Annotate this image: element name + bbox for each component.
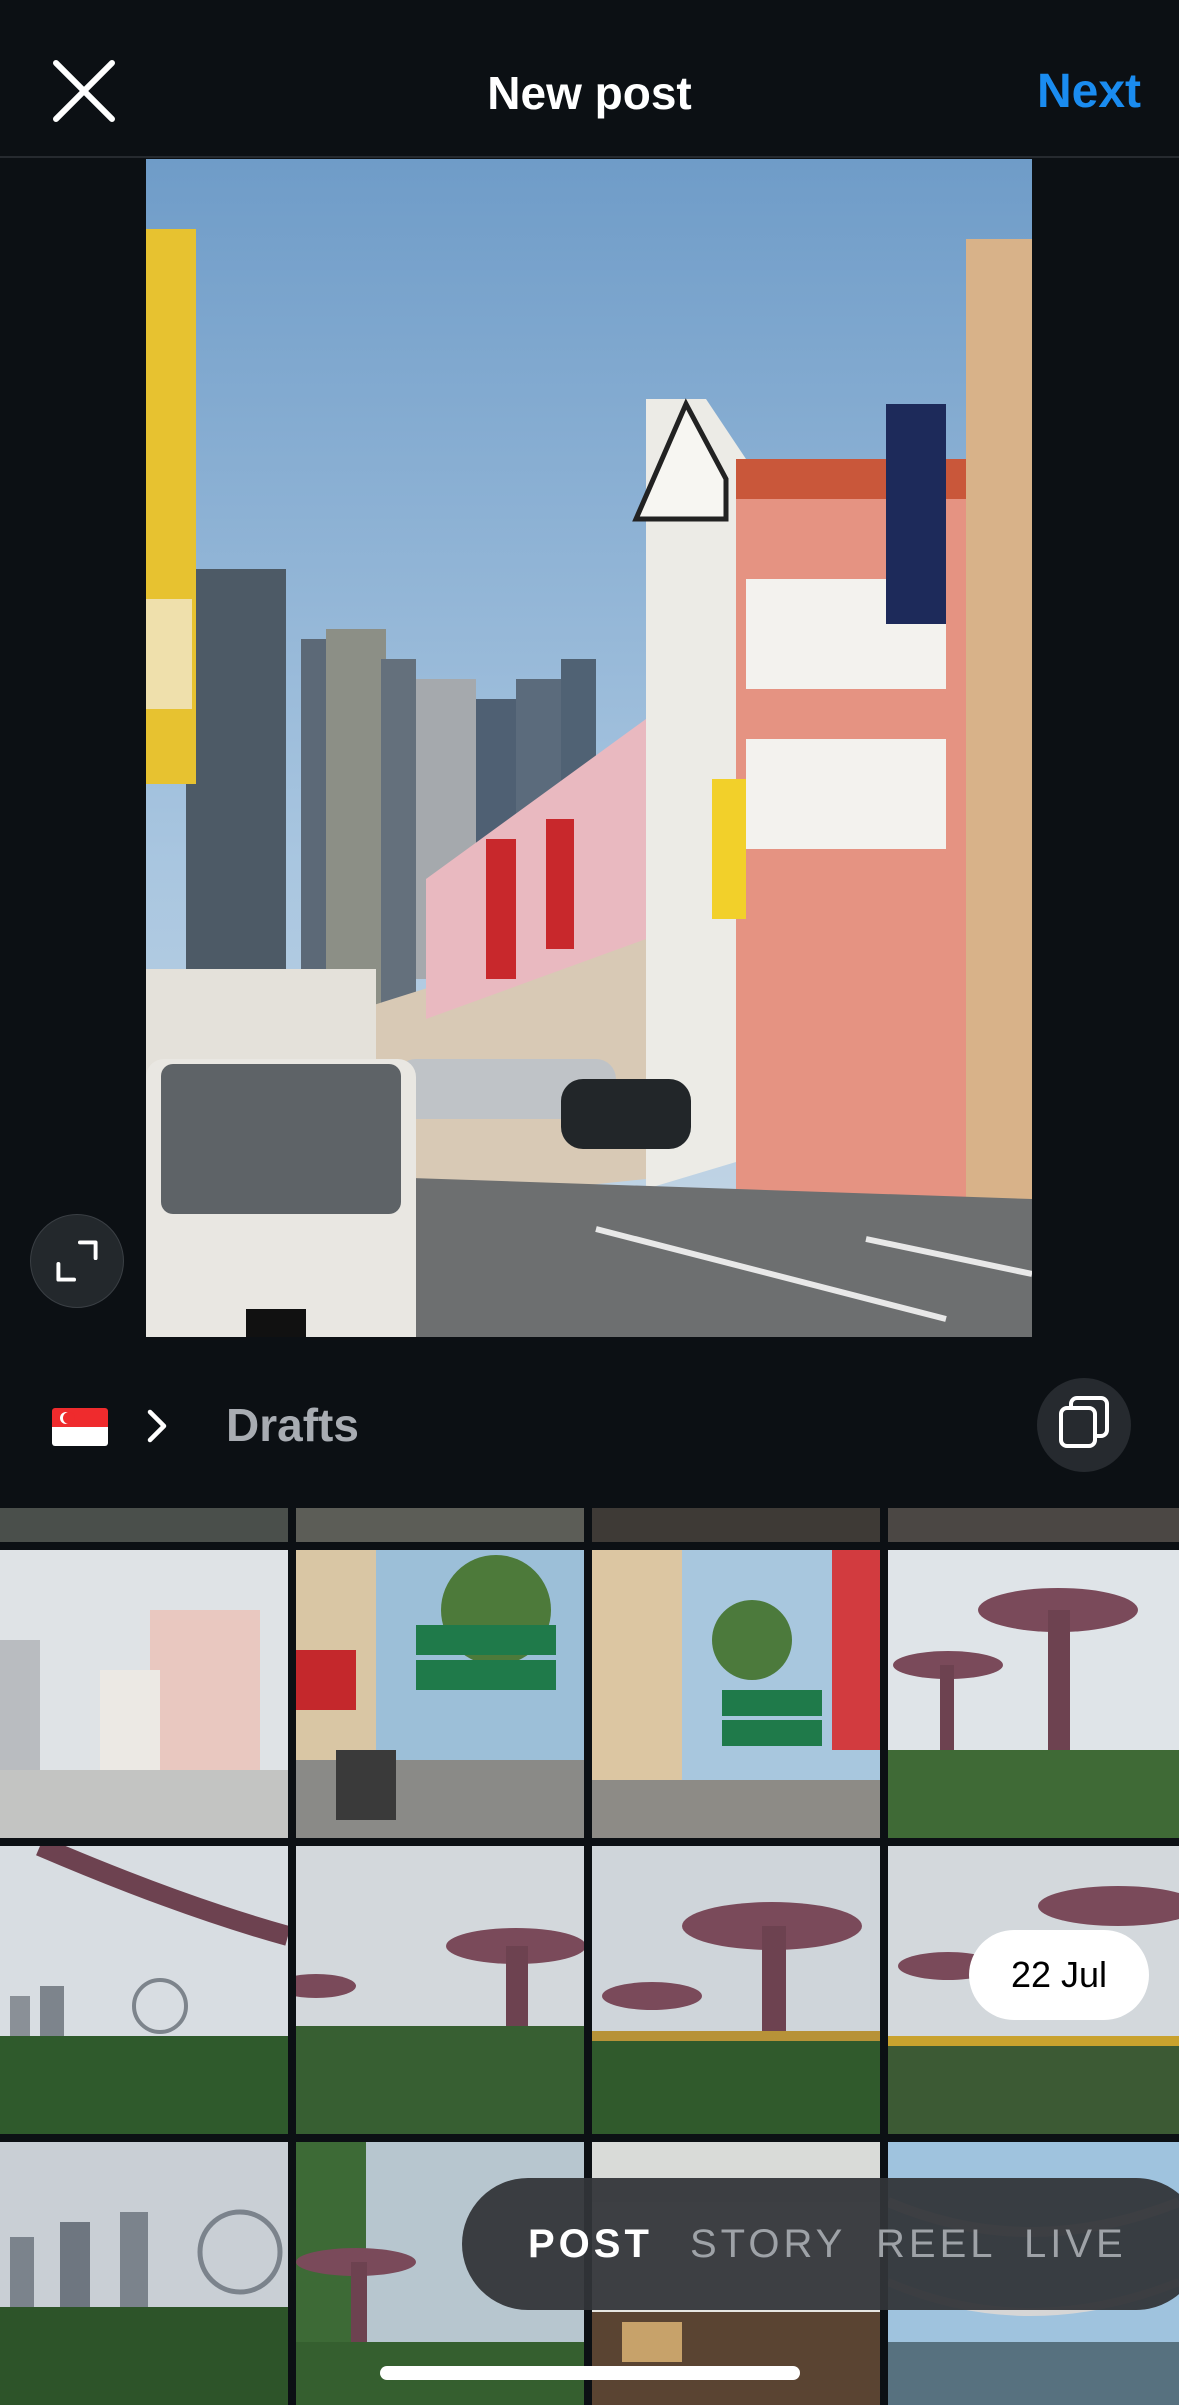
new-post-screen: New post Next Drafts 22 Jul POST STORY R… [0, 0, 1179, 2405]
mode-switcher: POST STORY REEL LIVE [462, 2178, 1179, 2310]
grid-tile[interactable] [888, 1550, 1179, 1838]
grid-tile[interactable] [592, 1846, 880, 2134]
singapore-flag-icon[interactable] [52, 1408, 108, 1446]
photo-preview[interactable] [146, 159, 1032, 1337]
header: New post Next [0, 0, 1179, 158]
multi-select-button[interactable] [1037, 1378, 1131, 1472]
supertree-photo [888, 1550, 1179, 1838]
grid-tile[interactable] [592, 1550, 880, 1838]
date-badge: 22 Jul [969, 1930, 1149, 2020]
street-shophouses-photo [146, 159, 1032, 1337]
expand-icon [56, 1240, 98, 1282]
grid-tile[interactable] [592, 1508, 880, 1542]
grid-tile[interactable] [0, 1550, 288, 1838]
grid-tile[interactable] [296, 1508, 584, 1542]
grid-tile[interactable] [0, 2142, 288, 2405]
mode-live[interactable]: LIVE [1024, 2222, 1127, 2267]
mosque-street-sign-photo-2 [592, 1550, 880, 1838]
album-name[interactable]: Drafts [226, 1398, 359, 1452]
home-indicator [380, 2366, 800, 2380]
supertree-cloudy-photo [296, 1846, 584, 2134]
grid-tile[interactable] [296, 1846, 584, 2134]
next-button[interactable]: Next [1037, 64, 1141, 119]
multi-select-icon [1059, 1396, 1109, 1448]
skywalk-photo [592, 1846, 880, 2134]
mode-reel[interactable]: REEL [876, 2222, 997, 2267]
album-row: Drafts [0, 1338, 1179, 1508]
supertree-skyline-photo [0, 1846, 288, 2134]
chevron-right-icon[interactable] [142, 1406, 172, 1446]
expand-button[interactable] [30, 1214, 124, 1308]
mode-story[interactable]: STORY [690, 2222, 846, 2267]
grid-tile[interactable] [296, 1550, 584, 1838]
page-title: New post [487, 67, 692, 119]
mosque-street-sign-photo [296, 1550, 584, 1838]
grid-tile[interactable] [0, 1846, 288, 2134]
grid-tile[interactable] [0, 1508, 288, 1542]
mode-post[interactable]: POST [528, 2222, 653, 2267]
grid-tile[interactable] [888, 1508, 1179, 1542]
skyline-ferris-wheel-photo [0, 2142, 288, 2405]
street-photo-faded [0, 1550, 288, 1838]
